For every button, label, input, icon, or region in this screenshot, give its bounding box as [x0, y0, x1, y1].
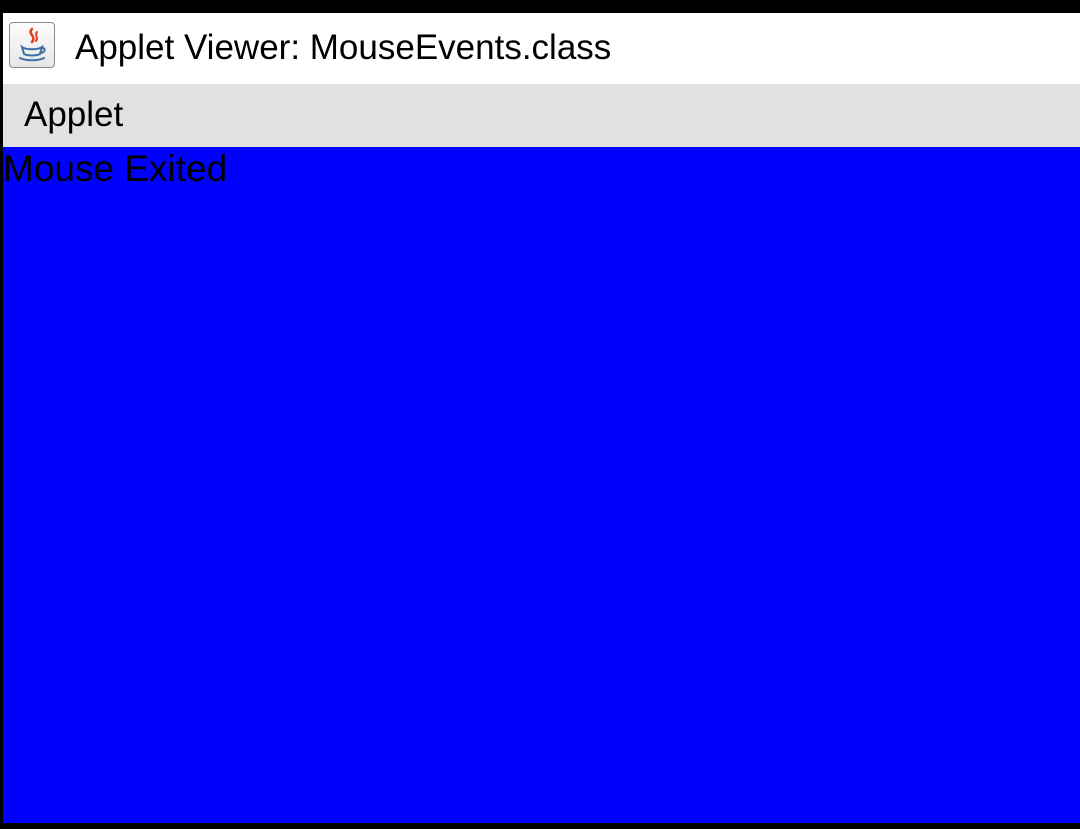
- menu-bar: Applet: [3, 84, 1080, 147]
- title-bar[interactable]: Applet Viewer: MouseEvents.class: [3, 13, 1080, 84]
- window-title: Applet Viewer: MouseEvents.class: [75, 28, 612, 67]
- applet-canvas[interactable]: Mouse Exited: [3, 147, 1080, 823]
- applet-viewer-window: Applet Viewer: MouseEvents.class Applet …: [3, 13, 1080, 823]
- java-cup-icon[interactable]: [9, 22, 55, 68]
- menu-applet[interactable]: Applet: [12, 93, 135, 137]
- mouse-event-message: Mouse Exited: [3, 148, 228, 189]
